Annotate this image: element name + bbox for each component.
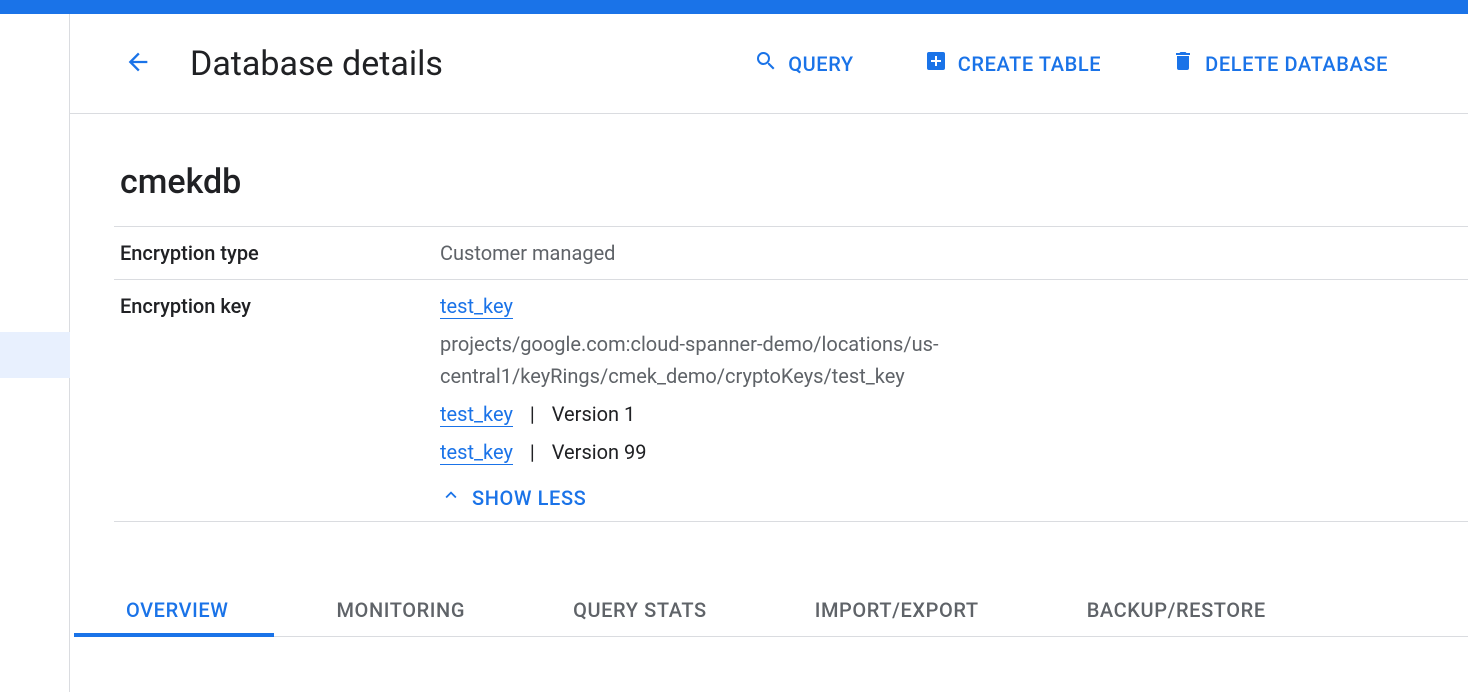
- separator: |: [530, 402, 535, 426]
- key-version-link[interactable]: test_key: [440, 440, 513, 465]
- trash-icon: [1171, 49, 1195, 78]
- key-version-row: test_key | Version 99: [440, 436, 1428, 468]
- page-title: Database details: [190, 44, 443, 84]
- tab-overview[interactable]: OVERVIEW: [120, 584, 234, 636]
- show-less-label: SHOW LESS: [472, 486, 586, 510]
- create-table-button-label: CREATE TABLE: [958, 52, 1101, 76]
- delete-database-button-label: DELETE DATABASE: [1205, 52, 1388, 76]
- tabs: OVERVIEW MONITORING QUERY STATS IMPORT/E…: [114, 584, 1468, 637]
- back-button[interactable]: [114, 40, 162, 88]
- label-encryption-type: Encryption type: [114, 227, 440, 280]
- database-name: cmekdb: [114, 162, 1468, 202]
- separator: |: [530, 440, 535, 464]
- tab-monitoring[interactable]: MONITORING: [330, 584, 471, 636]
- encryption-key-path: projects/google.com:cloud-spanner-demo/l…: [440, 328, 1120, 392]
- query-button[interactable]: QUERY: [754, 49, 854, 78]
- left-nav-collapsed: [0, 14, 70, 692]
- key-version-link[interactable]: test_key: [440, 402, 513, 427]
- arrow-left-icon: [124, 48, 152, 79]
- encryption-key-link[interactable]: test_key: [440, 294, 513, 319]
- plus-box-icon: [924, 49, 948, 78]
- tab-import-export[interactable]: IMPORT/EXPORT: [809, 584, 985, 636]
- top-blue-bar: [0, 0, 1468, 14]
- chevron-up-icon: [440, 484, 462, 511]
- query-button-label: QUERY: [788, 52, 854, 76]
- row-encryption-key: Encryption key test_key projects/google.…: [114, 280, 1468, 522]
- header-bar: Database details QUERY CREATE TABLE: [70, 14, 1468, 114]
- search-icon: [754, 49, 778, 78]
- tab-query-stats[interactable]: QUERY STATS: [567, 584, 713, 636]
- properties-table: Encryption type Customer managed Encrypt…: [114, 226, 1468, 522]
- tab-backup-restore[interactable]: BACKUP/RESTORE: [1081, 584, 1272, 636]
- show-less-button[interactable]: SHOW LESS: [440, 484, 586, 511]
- key-version-row: test_key | Version 1: [440, 398, 1428, 430]
- row-encryption-type: Encryption type Customer managed: [114, 227, 1468, 280]
- key-version-label: Version 1: [552, 402, 636, 426]
- value-encryption-type: Customer managed: [440, 227, 1468, 280]
- key-version-label: Version 99: [552, 440, 647, 464]
- create-table-button[interactable]: CREATE TABLE: [924, 49, 1101, 78]
- delete-database-button[interactable]: DELETE DATABASE: [1171, 49, 1388, 78]
- label-encryption-key: Encryption key: [114, 280, 440, 522]
